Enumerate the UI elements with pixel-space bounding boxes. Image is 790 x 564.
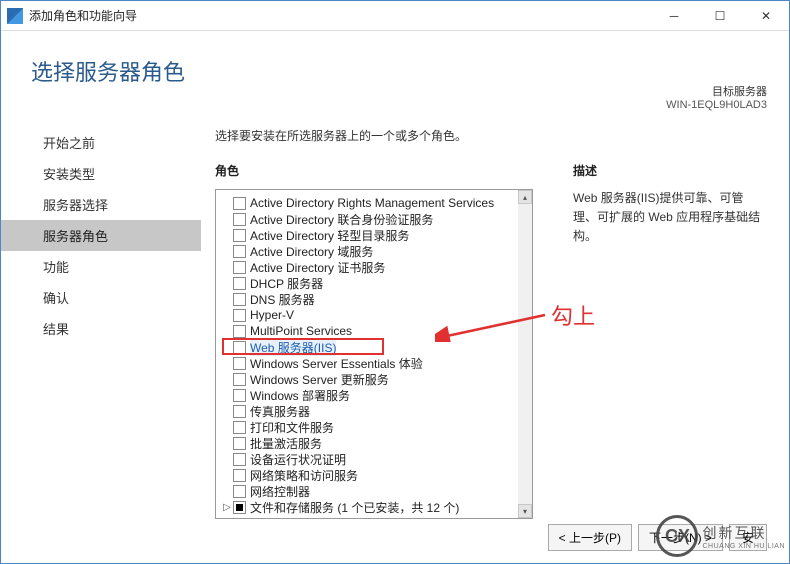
role-row[interactable]: ▷ 文件和存储服务 (1 个已安装，共 12 个)	[221, 499, 516, 515]
role-label: Web 服务器(IIS)	[250, 339, 336, 356]
scroll-track[interactable]	[518, 204, 532, 504]
role-row[interactable]: DHCP 服务器	[221, 275, 516, 291]
role-checkbox[interactable]	[233, 309, 246, 322]
role-checkbox[interactable]	[233, 293, 246, 306]
role-checkbox[interactable]	[233, 389, 246, 402]
role-checkbox[interactable]	[233, 277, 246, 290]
sidebar-item-server-selection[interactable]: 服务器选择	[1, 189, 201, 220]
role-label: DNS 服务器	[250, 291, 315, 308]
role-row[interactable]: Hyper-V	[221, 307, 516, 323]
app-icon	[7, 8, 23, 24]
roles-scrollbar[interactable]: ▴ ▾	[518, 190, 532, 518]
sidebar-item-features[interactable]: 功能	[1, 251, 201, 282]
sidebar-item-before-you-begin[interactable]: 开始之前	[1, 127, 201, 158]
role-row[interactable]: Active Directory Rights Management Servi…	[221, 195, 516, 211]
role-label: 网络控制器	[250, 483, 310, 500]
role-label: Windows Server 更新服务	[250, 371, 389, 388]
role-label: Active Directory Rights Management Servi…	[250, 196, 494, 210]
role-label: Active Directory 联合身份验证服务	[250, 211, 433, 228]
sidebar-item-installation-type[interactable]: 安装类型	[1, 158, 201, 189]
role-checkbox[interactable]	[233, 357, 246, 370]
role-checkbox[interactable]	[233, 469, 246, 482]
sidebar-item-server-roles[interactable]: 服务器角色	[1, 220, 201, 251]
role-label: 传真服务器	[250, 403, 310, 420]
minimize-button[interactable]: ─	[651, 1, 697, 31]
role-row[interactable]: Active Directory 联合身份验证服务	[221, 211, 516, 227]
roles-listbox: Active Directory Rights Management Servi…	[215, 189, 533, 519]
role-label: 网络策略和访问服务	[250, 467, 358, 484]
role-checkbox[interactable]	[233, 437, 246, 450]
role-checkbox[interactable]	[233, 213, 246, 226]
window-title: 添加角色和功能向导	[29, 7, 651, 24]
role-checkbox[interactable]	[233, 405, 246, 418]
role-label: DHCP 服务器	[250, 275, 323, 292]
target-name: WIN-1EQL9H0LAD3	[666, 99, 767, 111]
role-label: Active Directory 轻型目录服务	[250, 227, 409, 244]
role-row[interactable]: 批量激活服务	[221, 435, 516, 451]
annotation-text: 勾上	[551, 299, 595, 331]
role-row[interactable]: 网络策略和访问服务	[221, 467, 516, 483]
role-label: 批量激活服务	[250, 435, 322, 452]
role-row[interactable]: Web 服务器(IIS)	[221, 339, 516, 355]
role-label: Active Directory 证书服务	[250, 259, 385, 276]
role-checkbox[interactable]	[233, 197, 246, 210]
role-label: Active Directory 域服务	[250, 243, 373, 260]
role-checkbox[interactable]	[233, 229, 246, 242]
role-row[interactable]: 打印和文件服务	[221, 419, 516, 435]
expand-icon[interactable]: ▷	[221, 502, 233, 513]
watermark-icon: CX	[656, 515, 698, 557]
watermark-text: 创新互联	[702, 523, 785, 543]
role-label: Hyper-V	[250, 308, 294, 322]
role-row[interactable]: Active Directory 证书服务	[221, 259, 516, 275]
maximize-button[interactable]: ☐	[697, 1, 743, 31]
role-row[interactable]: Active Directory 轻型目录服务	[221, 227, 516, 243]
watermark-subtext: CHUANG XIN HU LIAN	[702, 543, 785, 550]
scroll-down-button[interactable]: ▾	[518, 504, 532, 518]
role-label: 文件和存储服务 (1 个已安装，共 12 个)	[250, 499, 459, 516]
roles-column-header: 角色	[215, 162, 535, 179]
titlebar: 添加角色和功能向导 ─ ☐ ✕	[1, 1, 789, 31]
role-checkbox[interactable]	[233, 245, 246, 258]
role-description: Web 服务器(IIS)提供可靠、可管理、可扩展的 Web 应用程序基础结构。	[573, 189, 763, 247]
role-checkbox[interactable]	[233, 485, 246, 498]
role-checkbox[interactable]	[233, 325, 246, 338]
instruction-text: 选择要安装在所选服务器上的一个或多个角色。	[215, 127, 789, 144]
role-label: Windows 部署服务	[250, 387, 350, 404]
close-button[interactable]: ✕	[743, 1, 789, 31]
target-server-info: 目标服务器 WIN-1EQL9H0LAD3	[666, 83, 767, 111]
role-checkbox[interactable]	[233, 373, 246, 386]
role-label: 打印和文件服务	[250, 419, 334, 436]
target-label: 目标服务器	[666, 83, 767, 99]
role-row[interactable]: Windows Server 更新服务	[221, 371, 516, 387]
wizard-sidebar: 开始之前 安装类型 服务器选择 服务器角色 功能 确认 结果	[1, 127, 201, 344]
previous-button[interactable]: < 上一步(P)	[548, 524, 632, 551]
scroll-up-button[interactable]: ▴	[518, 190, 532, 204]
role-row[interactable]: MultiPoint Services	[221, 323, 516, 339]
role-row[interactable]: Active Directory 域服务	[221, 243, 516, 259]
role-row[interactable]: Windows 部署服务	[221, 387, 516, 403]
role-checkbox[interactable]	[233, 501, 246, 514]
role-row[interactable]: 传真服务器	[221, 403, 516, 419]
role-row[interactable]: 网络控制器	[221, 483, 516, 499]
role-label: MultiPoint Services	[250, 324, 352, 338]
role-row[interactable]: Windows Server Essentials 体验	[221, 355, 516, 371]
sidebar-item-confirmation[interactable]: 确认	[1, 282, 201, 313]
role-label: 设备运行状况证明	[250, 451, 346, 468]
watermark: CX 创新互联 CHUANG XIN HU LIAN	[656, 515, 785, 557]
role-checkbox[interactable]	[233, 421, 246, 434]
role-checkbox[interactable]	[233, 261, 246, 274]
role-row[interactable]: 设备运行状况证明	[221, 451, 516, 467]
role-row[interactable]: DNS 服务器	[221, 291, 516, 307]
role-label: Windows Server Essentials 体验	[250, 355, 423, 372]
role-checkbox[interactable]	[233, 453, 246, 466]
role-checkbox[interactable]	[233, 341, 246, 354]
description-column-header: 描述	[573, 162, 763, 179]
sidebar-item-results[interactable]: 结果	[1, 313, 201, 344]
page-title: 选择服务器角色	[1, 31, 789, 87]
